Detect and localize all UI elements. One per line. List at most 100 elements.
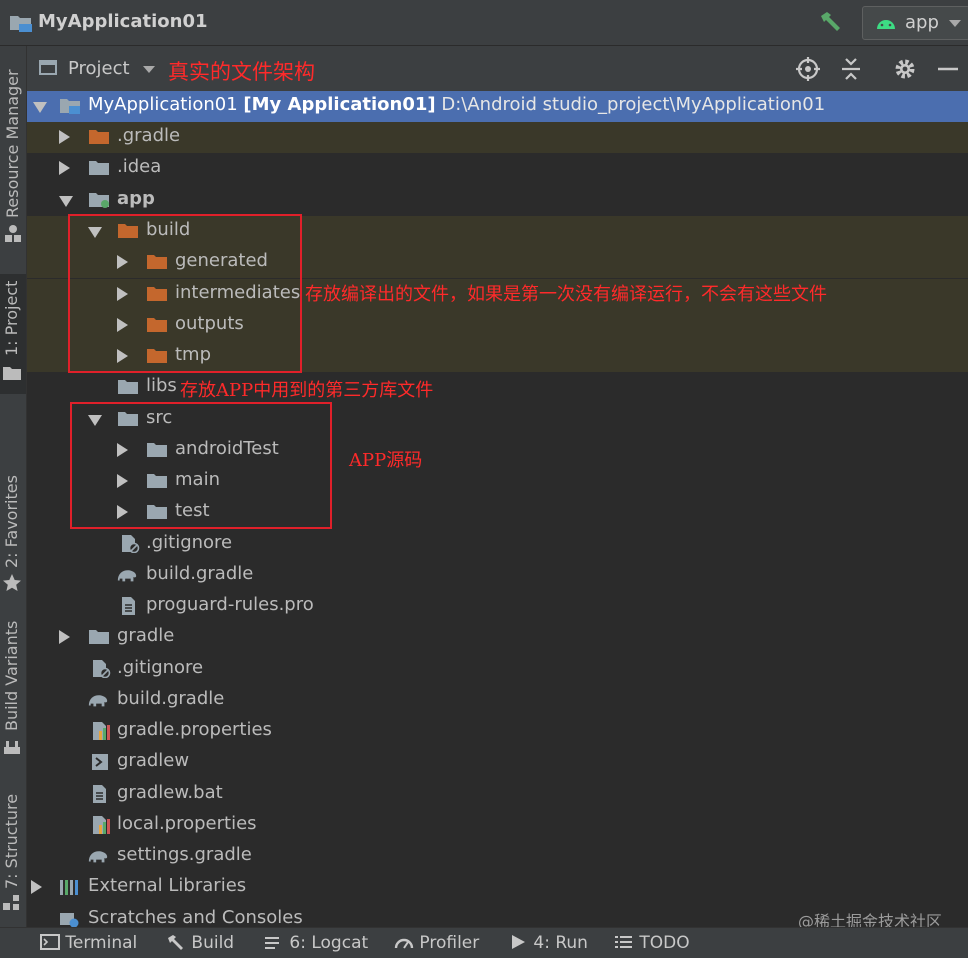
- tree-item[interactable]: gradle: [27, 622, 968, 653]
- root-path: D:\Android studio_project\MyApplication0…: [441, 94, 826, 115]
- tree-item-label: build.gradle: [146, 563, 254, 584]
- tab-label: 4: Run: [533, 933, 588, 953]
- libraries-icon: [60, 880, 78, 895]
- annotation-box-build: [68, 214, 302, 373]
- tree-item-label: .gitignore: [117, 657, 204, 678]
- minimize-icon[interactable]: [935, 56, 961, 82]
- tree-item[interactable]: gradle.properties: [27, 716, 968, 747]
- scratches-icon: [60, 913, 79, 927]
- tab-build-variants[interactable]: Build Variants: [0, 611, 26, 761]
- tab-structure[interactable]: 7: Structure: [0, 781, 26, 921]
- tab-build[interactable]: Build: [166, 933, 234, 953]
- bottom-tool-bar: Terminal Build 6: Logcat Profiler 4: Run…: [0, 927, 968, 958]
- tree-item-label: build.gradle: [117, 688, 225, 709]
- left-tool-strip: Resource Manager 1: Project 2: Favorites…: [0, 46, 27, 927]
- structure-icon: [3, 895, 19, 910]
- logcat-icon: [265, 937, 279, 949]
- tab-label: Resource Manager: [3, 69, 22, 218]
- run-configuration-dropdown[interactable]: app: [862, 6, 968, 40]
- tab-label: Build Variants: [2, 620, 21, 731]
- module-folder-icon: [89, 193, 109, 208]
- chevron-down-icon: [949, 20, 961, 27]
- annotation-libs-note: 存放APP中用到的第三方库文件: [180, 380, 434, 401]
- run-play-icon: [512, 935, 525, 949]
- tree-item-label: gradlew: [117, 750, 190, 771]
- tab-project[interactable]: 1: Project: [0, 274, 26, 394]
- hammer-icon: [168, 935, 183, 950]
- root-module: [My Application01]: [243, 94, 436, 115]
- project-view-icon: [39, 60, 57, 75]
- tree-item[interactable]: .gradle: [27, 122, 968, 153]
- tab-favorites[interactable]: 2: Favorites: [0, 456, 26, 591]
- tab-label: 2: Favorites: [2, 475, 21, 568]
- folder-icon: [118, 380, 138, 394]
- expand-arrow-icon[interactable]: [33, 102, 47, 113]
- gitignore-file-icon: [122, 535, 140, 553]
- gitignore-file-icon: [93, 660, 111, 678]
- properties-file-icon: [93, 816, 110, 834]
- tab-resource-manager[interactable]: Resource Manager: [0, 46, 26, 246]
- tab-logcat[interactable]: 6: Logcat: [264, 933, 368, 953]
- annotation-box-src: [70, 402, 332, 529]
- tree-item[interactable]: gradlew.bat: [27, 779, 968, 810]
- expand-arrow-icon[interactable]: [59, 630, 70, 644]
- tree-item[interactable]: .idea: [27, 153, 968, 184]
- gradle-elephant-icon: [88, 851, 108, 863]
- tree-item-label: gradle: [117, 625, 175, 646]
- terminal-icon: [40, 934, 60, 950]
- expand-arrow-icon[interactable]: [31, 880, 42, 894]
- root-name: MyApplication01: [88, 94, 238, 115]
- tree-item-label: gradlew.bat: [117, 782, 223, 803]
- tab-label: Profiler: [419, 933, 480, 953]
- tab-todo[interactable]: TODO: [614, 933, 690, 953]
- tree-item[interactable]: settings.gradle: [27, 841, 968, 872]
- gradle-elephant-icon: [88, 695, 108, 707]
- tree-item-label: settings.gradle: [117, 844, 252, 865]
- annotation-build-note: 存放编译出的文件，如果是第一次没有编译运行，不会有这些文件: [305, 284, 827, 305]
- gear-icon[interactable]: [892, 56, 918, 82]
- folder-icon: [3, 367, 21, 380]
- tree-item[interactable]: libs: [27, 372, 968, 403]
- tab-label: 6: Logcat: [289, 933, 369, 953]
- tab-terminal[interactable]: Terminal: [40, 933, 137, 953]
- project-folder-icon: [9, 13, 33, 37]
- tree-item[interactable]: app: [27, 185, 968, 216]
- tab-label: Build: [191, 933, 235, 953]
- tree-item-label: .gradle: [117, 125, 181, 146]
- build-hammer-icon[interactable]: [818, 11, 844, 37]
- project-view-selector[interactable]: Project: [68, 58, 130, 79]
- text-file-icon: [122, 597, 135, 615]
- tree-item[interactable]: build.gradle: [27, 560, 968, 591]
- chevron-down-icon[interactable]: [143, 66, 155, 73]
- build-variants-icon: [4, 741, 20, 754]
- tree-item[interactable]: .gitignore: [27, 654, 968, 685]
- run-config-label: app: [905, 12, 939, 33]
- tree-item[interactable]: build.gradle: [27, 685, 968, 716]
- tab-label: 1: Project: [2, 280, 21, 356]
- star-icon: [3, 574, 21, 591]
- tree-item[interactable]: proguard-rules.pro: [27, 591, 968, 622]
- collapse-all-icon[interactable]: [838, 56, 864, 82]
- tab-label: Terminal: [65, 933, 138, 953]
- tree-root[interactable]: MyApplication01 [My Application01] D:\An…: [27, 91, 968, 122]
- tab-run[interactable]: 4: Run: [510, 933, 588, 953]
- expand-arrow-icon[interactable]: [59, 196, 73, 207]
- locate-file-icon[interactable]: [795, 56, 821, 82]
- shell-script-icon: [92, 754, 108, 770]
- module-folder-icon: [60, 99, 80, 114]
- folder-orange-icon: [89, 130, 109, 144]
- tree-item[interactable]: External Libraries: [27, 872, 968, 903]
- tree-item-label: External Libraries: [88, 875, 247, 896]
- properties-file-icon: [93, 722, 110, 740]
- folder-icon: [89, 630, 109, 644]
- tab-profiler[interactable]: Profiler: [394, 933, 479, 953]
- profiler-gauge-icon: [394, 938, 414, 949]
- annotation-src-note: APP源码: [349, 450, 423, 471]
- tree-item[interactable]: .gitignore: [27, 529, 968, 560]
- expand-arrow-icon[interactable]: [59, 161, 70, 175]
- tree-item[interactable]: gradlew: [27, 747, 968, 778]
- expand-arrow-icon[interactable]: [59, 130, 70, 144]
- resource-icon: [5, 225, 21, 242]
- tab-label: 7: Structure: [2, 793, 21, 889]
- tree-item[interactable]: local.properties: [27, 810, 968, 841]
